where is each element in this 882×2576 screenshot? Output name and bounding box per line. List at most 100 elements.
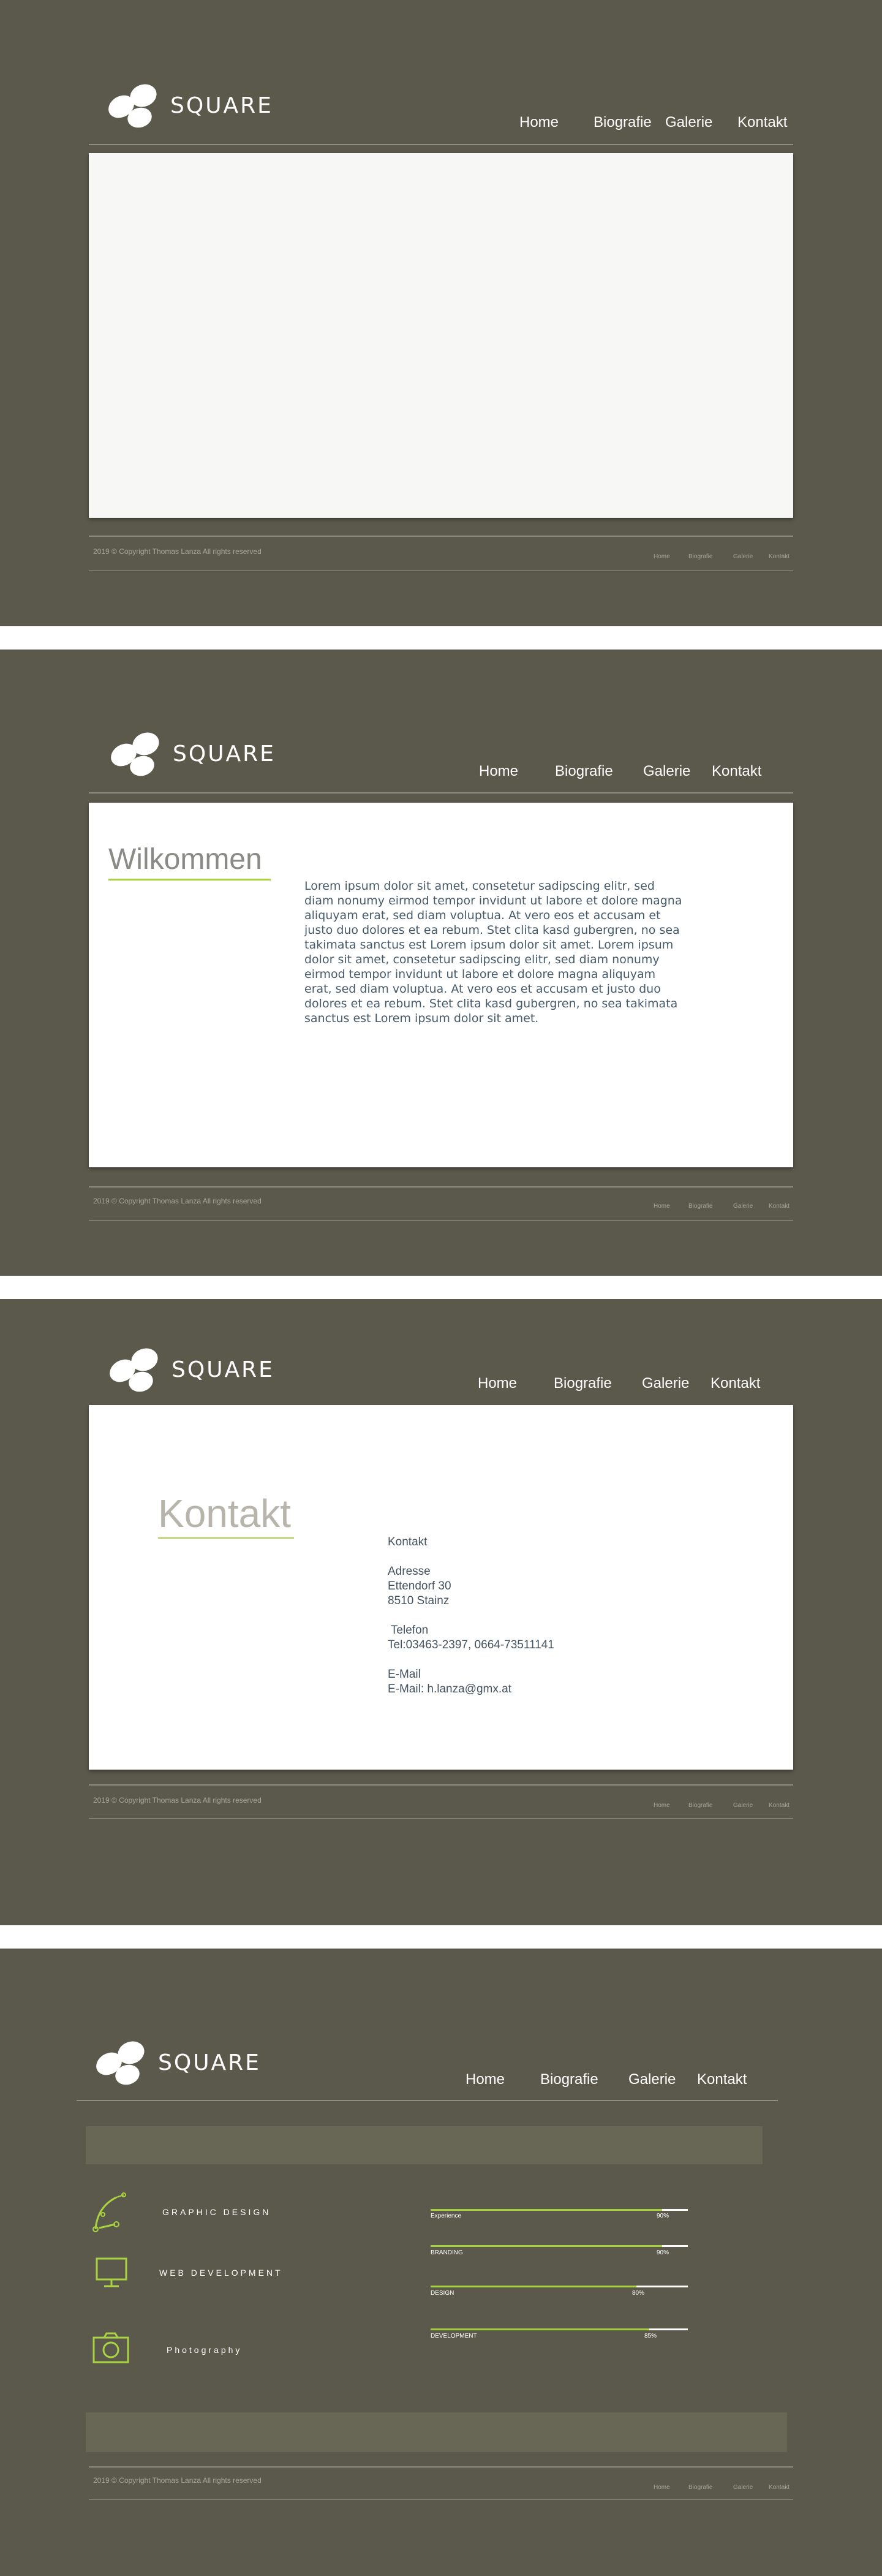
brand-name: SQUARE — [158, 2050, 261, 2075]
footer-link-biografie[interactable]: Biografie — [688, 553, 733, 560]
header-divider — [89, 792, 793, 794]
address-label: Adresse — [388, 1565, 431, 1578]
skill-bar-label: DESIGN — [431, 2290, 454, 2297]
nav-biografie[interactable]: Biografie — [540, 2071, 628, 2088]
hero-image — [89, 153, 793, 518]
top-banner — [86, 2126, 763, 2164]
footer-divider-top — [89, 1784, 793, 1786]
welcome-text: Lorem ipsum dolor sit amet, consetetur s… — [304, 879, 682, 1025]
skill-bar-label: DEVELOPMENT — [431, 2333, 477, 2339]
brand-name: SQUARE — [172, 1357, 274, 1382]
nav-biografie[interactable]: Biografie — [594, 114, 665, 131]
title-underline — [108, 879, 271, 881]
camera-icon — [92, 2332, 129, 2363]
footer-link-home[interactable]: Home — [654, 553, 688, 560]
footer-nav: Home Biografie Galerie Kontakt — [654, 1802, 790, 1809]
header-divider — [77, 2100, 778, 2101]
footer-link-home[interactable]: Home — [654, 2484, 688, 2491]
skill-bar-fill — [431, 2209, 662, 2211]
nav-kontakt[interactable]: Kontakt — [710, 1375, 760, 1392]
nav-galerie[interactable]: Galerie — [642, 1375, 710, 1392]
contact-title: Kontakt — [158, 1491, 292, 1536]
welcome-section: SQUARE Home Biografie Galerie Kontakt Wi… — [0, 650, 882, 1276]
main-nav: Home Biografie Galerie Kontakt — [519, 114, 787, 131]
email-label: E-Mail — [388, 1668, 421, 1681]
main-nav: Home Biografie Galerie Kontakt — [478, 1375, 760, 1392]
footer-divider-top — [89, 536, 793, 537]
nav-kontakt[interactable]: Kontakt — [712, 763, 761, 780]
brand-name: SQUARE — [170, 93, 273, 118]
address-city: 8510 Stainz — [388, 1594, 450, 1607]
footer-link-galerie[interactable]: Galerie — [733, 553, 769, 560]
logo[interactable]: SQUARE — [105, 80, 273, 131]
skill-bar-fill — [431, 2328, 649, 2330]
skills-section: SQUARE Home Biografie Galerie Kontakt GR… — [0, 1949, 882, 2576]
logo-icon — [108, 84, 157, 128]
copyright: 2019 © Copyright Thomas Lanza All rights… — [93, 547, 262, 556]
logo[interactable]: SQUARE — [108, 728, 276, 779]
logo[interactable]: SQUARE — [107, 1344, 274, 1395]
skill-bar-value: 80% — [632, 2290, 645, 2297]
nav-biografie[interactable]: Biografie — [555, 763, 643, 780]
skill-bar-track — [662, 2245, 688, 2247]
skill-bar-value: 85% — [644, 2333, 657, 2339]
footer-link-kontakt[interactable]: Kontakt — [769, 2484, 790, 2491]
contact-card: Kontakt Kontakt Adresse Ettendorf 30 851… — [89, 1405, 793, 1770]
main-nav: Home Biografie Galerie Kontakt — [479, 763, 761, 780]
skill-bar-fill — [431, 2286, 636, 2287]
nav-galerie[interactable]: Galerie — [665, 114, 737, 131]
footer-link-biografie[interactable]: Biografie — [688, 1203, 733, 1210]
nav-kontakt[interactable]: Kontakt — [697, 2071, 747, 2088]
copyright: 2019 © Copyright Thomas Lanza All rights… — [93, 1796, 262, 1805]
footer-link-kontakt[interactable]: Kontakt — [769, 1203, 790, 1210]
pen-tool-icon — [92, 2192, 126, 2232]
skill-bar-track — [636, 2286, 688, 2287]
nav-galerie[interactable]: Galerie — [628, 2071, 697, 2088]
bottom-banner — [86, 2412, 787, 2452]
copyright: 2019 © Copyright Thomas Lanza All rights… — [93, 2476, 262, 2485]
skill-bar-track — [649, 2328, 688, 2330]
welcome-title: Wilkommen — [108, 843, 262, 876]
logo-icon — [110, 1348, 158, 1392]
footer-link-galerie[interactable]: Galerie — [733, 1203, 769, 1210]
nav-galerie[interactable]: Galerie — [643, 763, 712, 780]
title-underline — [158, 1537, 294, 1539]
footer-link-galerie[interactable]: Galerie — [733, 2484, 769, 2491]
footer-divider-bottom — [89, 1220, 793, 1221]
nav-biografie[interactable]: Biografie — [554, 1375, 642, 1392]
footer-link-home[interactable]: Home — [654, 1802, 688, 1809]
header-divider — [89, 144, 793, 145]
footer-link-kontakt[interactable]: Kontakt — [769, 1802, 790, 1809]
nav-kontakt[interactable]: Kontakt — [737, 114, 787, 131]
footer-link-kontakt[interactable]: Kontakt — [769, 553, 790, 560]
nav-home[interactable]: Home — [519, 114, 594, 131]
skill-bar-label: BRANDING — [431, 2249, 463, 2256]
logo-icon — [111, 732, 159, 776]
phone-number[interactable]: Tel:03463-2397, 0664-73511141 — [388, 1638, 554, 1653]
contact-section: SQUARE Home Biografie Galerie Kontakt Ko… — [0, 1299, 882, 1925]
footer-link-biografie[interactable]: Biografie — [688, 2484, 733, 2491]
skill-bar-value: 90% — [657, 2249, 669, 2256]
logo[interactable]: SQUARE — [93, 2037, 261, 2088]
monitor-icon — [96, 2257, 127, 2287]
footer-link-home[interactable]: Home — [654, 1203, 688, 1210]
copyright: 2019 © Copyright Thomas Lanza All rights… — [93, 1197, 262, 1205]
footer-divider-bottom — [89, 1818, 793, 1819]
welcome-card: Wilkommen Lorem ipsum dolor sit amet, co… — [89, 803, 793, 1167]
skill-bar-label: Experience — [431, 2213, 462, 2219]
email-address[interactable]: E-Mail: h.lanza@gmx.at — [388, 1682, 511, 1697]
brand-name: SQUARE — [173, 741, 276, 767]
address-street: Ettendorf 30 — [388, 1580, 451, 1593]
footer-divider-top — [89, 2466, 793, 2468]
footer-nav: Home Biografie Galerie Kontakt — [654, 2484, 790, 2491]
service-photography: Photography — [167, 2345, 243, 2355]
nav-home[interactable]: Home — [466, 2071, 540, 2088]
nav-home[interactable]: Home — [478, 1375, 554, 1392]
nav-home[interactable]: Home — [479, 763, 555, 780]
skill-bar-track — [662, 2209, 688, 2211]
footer-link-biografie[interactable]: Biografie — [688, 1802, 733, 1809]
footer-link-galerie[interactable]: Galerie — [733, 1802, 769, 1809]
skill-bar-fill — [431, 2245, 662, 2247]
contact-heading: Kontakt — [388, 1536, 428, 1548]
footer-divider-top — [89, 1186, 793, 1188]
